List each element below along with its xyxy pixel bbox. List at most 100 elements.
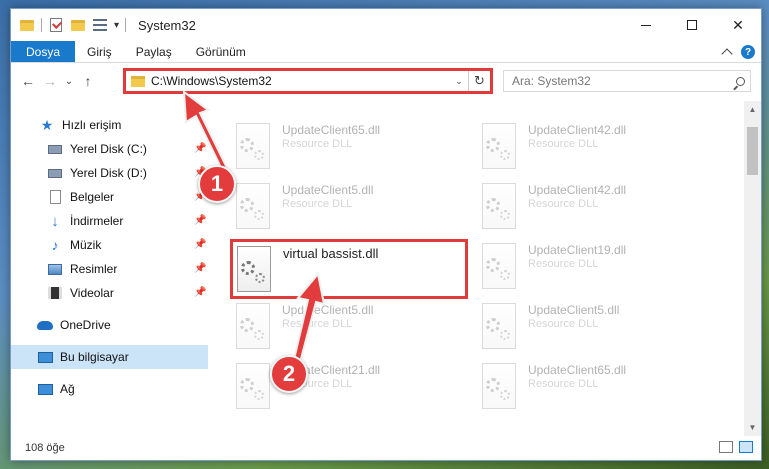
file-item[interactable]: UpdateClient65.dll Resource DLL: [476, 357, 706, 415]
tab-file[interactable]: Dosya: [11, 41, 76, 62]
refresh-button[interactable]: ↻: [468, 71, 490, 91]
videos-icon: [47, 285, 63, 301]
drive-icon: [47, 141, 63, 157]
ribbon-right-controls: ?: [721, 41, 755, 63]
documents-icon: [47, 189, 63, 205]
recent-locations-button[interactable]: ⌄: [61, 70, 77, 92]
back-button[interactable]: ←: [17, 70, 39, 92]
downloads-icon: ↓: [51, 212, 59, 230]
file-name: UpdateClient65.dll: [528, 363, 627, 377]
file-item[interactable]: UpdateClient19.dll Resource DLL: [476, 237, 706, 295]
navigation-bar: ← → ⌄ ↑ C:\Windows\System32 ⌄ ↻ Ara: Sys…: [11, 63, 761, 99]
address-dropdown-icon[interactable]: ⌄: [450, 76, 468, 87]
step-2-callout: 2: [270, 355, 308, 393]
dll-file-icon: [482, 243, 516, 289]
tab-view[interactable]: Görünüm: [184, 41, 258, 62]
sidebar-item-label: Bu bilgisayar: [60, 350, 129, 364]
dll-file-icon: [482, 363, 516, 409]
pin-icon: 📌: [194, 215, 207, 226]
tab-home[interactable]: Giriş: [75, 41, 124, 62]
sidebar-item-documents[interactable]: Belgeler 📌: [11, 185, 208, 209]
scroll-down-icon[interactable]: ▼: [744, 419, 761, 436]
step-1-callout: 1: [198, 165, 236, 203]
search-icon[interactable]: [730, 76, 750, 86]
sidebar-item-music[interactable]: ♪ Müzik 📌: [11, 233, 208, 257]
minimize-button[interactable]: [623, 9, 669, 41]
maximize-button[interactable]: [669, 9, 715, 41]
search-input[interactable]: Ara: System32: [512, 74, 730, 88]
sidebar-item-label: Yerel Disk (D:): [70, 166, 147, 180]
dll-file-icon: [236, 183, 270, 229]
customize-quick-access-icon[interactable]: ▾: [114, 20, 119, 31]
title-bar: ▾ System32 ✕: [11, 9, 761, 41]
highlighted-file-item[interactable]: virtual bassist.dll: [230, 239, 468, 299]
new-folder-icon[interactable]: [70, 17, 86, 33]
file-item[interactable]: UpdateClient42.dll Resource DLL: [476, 177, 706, 235]
computer-icon: [37, 349, 53, 365]
forward-button[interactable]: →: [39, 70, 61, 92]
sidebar-item-quick-access[interactable]: ★ Hızlı erişim: [11, 113, 208, 137]
file-description: Resource DLL: [528, 258, 599, 270]
file-name: UpdateClient5.dll: [282, 303, 374, 317]
up-button[interactable]: ↑: [77, 70, 99, 92]
sidebar-item-local-disk-c[interactable]: Yerel Disk (C:) 📌: [11, 137, 208, 161]
large-icons-view-icon[interactable]: [739, 441, 753, 453]
sidebar-item-onedrive[interactable]: OneDrive: [11, 313, 208, 337]
file-item[interactable]: UpdateClient5.dll Resource DLL: [230, 297, 460, 355]
pin-icon: 📌: [194, 263, 207, 274]
status-bar: 108 öğe: [11, 436, 761, 460]
dll-file-icon: [236, 363, 270, 409]
sidebar-item-this-pc[interactable]: Bu bilgisayar: [11, 345, 208, 369]
file-item[interactable]: UpdateClient21.dll Resource DLL: [230, 357, 460, 415]
sidebar-item-videos[interactable]: Videolar 📌: [11, 281, 208, 305]
pin-icon: 📌: [194, 143, 207, 154]
file-item[interactable]: UpdateClient42.dll Resource DLL: [476, 117, 706, 175]
folder-icon: [131, 75, 145, 87]
folder-icon[interactable]: [19, 17, 35, 33]
sidebar-item-network[interactable]: Ağ: [11, 377, 208, 401]
ribbon-tabs: Dosya Giriş Paylaş Görünüm ?: [11, 41, 761, 63]
help-icon[interactable]: ?: [741, 45, 755, 59]
properties-check-icon[interactable]: [48, 17, 64, 33]
file-description: Resource DLL: [282, 138, 353, 150]
sidebar-item-label: Hızlı erişim: [62, 118, 122, 132]
window-controls: ✕: [623, 9, 761, 41]
dll-file-icon: [482, 183, 516, 229]
close-button[interactable]: ✕: [715, 9, 761, 41]
item-count: 108 öğe: [25, 442, 65, 454]
dll-file-icon: [236, 123, 270, 169]
file-item[interactable]: UpdateClient65.dll Resource DLL: [230, 117, 460, 175]
search-box[interactable]: Ara: System32: [503, 70, 751, 92]
expand-ribbon-icon[interactable]: [721, 48, 733, 60]
sidebar-item-local-disk-d[interactable]: Yerel Disk (D:) 📌: [11, 161, 208, 185]
sidebar-item-label: İndirmeler: [70, 214, 124, 228]
file-item[interactable]: UpdateClient5.dll Resource DLL: [476, 297, 706, 355]
window-title: System32: [138, 17, 196, 33]
vertical-scrollbar[interactable]: ▲ ▼: [744, 101, 761, 436]
dll-file-icon: [482, 123, 516, 169]
navigation-pane: ★ Hızlı erişim Yerel Disk (C:) 📌 Yerel D…: [11, 101, 208, 436]
file-name: virtual bassist.dll: [283, 246, 379, 261]
address-path[interactable]: C:\Windows\System32: [151, 74, 450, 88]
scroll-up-icon[interactable]: ▲: [744, 101, 761, 118]
tab-share[interactable]: Paylaş: [124, 41, 184, 62]
properties-icon[interactable]: [92, 17, 108, 33]
sidebar-item-label: Videolar: [70, 286, 114, 300]
drive-icon: [47, 165, 63, 181]
file-item[interactable]: virtual bassist.dll: [233, 242, 463, 300]
sidebar-item-pictures[interactable]: Resimler 📌: [11, 257, 208, 281]
address-bar[interactable]: C:\Windows\System32 ⌄ ↻: [123, 68, 493, 94]
sidebar-item-downloads[interactable]: ↓ İndirmeler 📌: [11, 209, 208, 233]
file-item[interactable]: UpdateClient5.dll Resource DLL: [230, 177, 460, 235]
title-separator: [125, 18, 127, 32]
scroll-thumb[interactable]: [747, 127, 758, 175]
details-view-icon[interactable]: [719, 441, 733, 453]
sidebar-item-label: Ağ: [60, 382, 75, 396]
sidebar-item-label: Müzik: [70, 238, 102, 252]
sidebar-item-label: Resimler: [70, 262, 118, 276]
file-name: UpdateClient5.dll: [282, 183, 374, 197]
pin-icon: 📌: [194, 287, 207, 298]
file-name: UpdateClient19.dll: [528, 243, 627, 257]
dll-file-icon: [482, 303, 516, 349]
